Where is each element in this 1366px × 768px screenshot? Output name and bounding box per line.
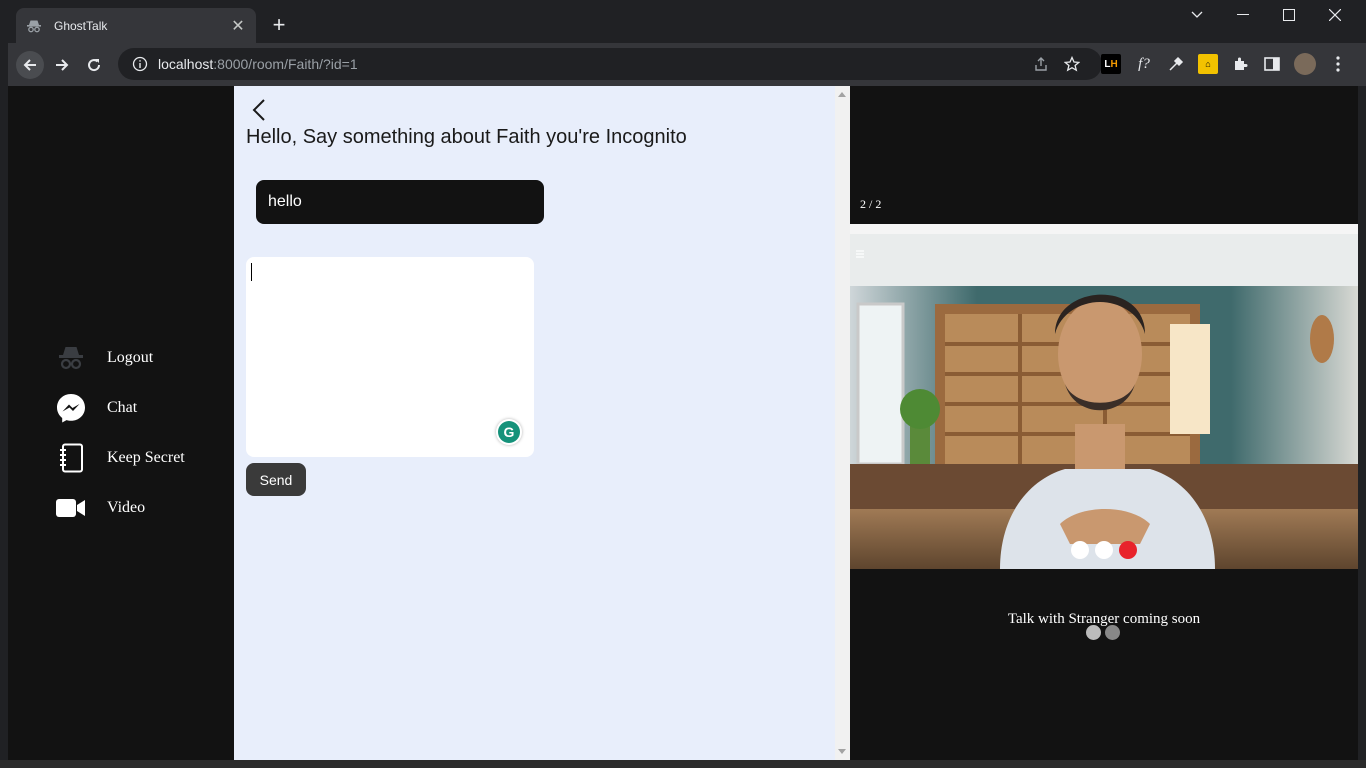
sidebar-item-chat[interactable]: Chat (56, 393, 137, 423)
close-window-icon[interactable] (1312, 0, 1358, 30)
video-call-preview-image (850, 224, 1358, 569)
carousel-dots[interactable] (1086, 625, 1120, 640)
sidebar-item-logout[interactable]: Logout (56, 343, 153, 373)
sidebar: Logout Chat Keep Secret Video (8, 86, 234, 760)
scroll-up-arrow-icon[interactable] (838, 92, 846, 97)
reload-icon[interactable] (80, 51, 108, 79)
site-info-icon[interactable] (132, 56, 148, 72)
maximize-icon[interactable] (1266, 0, 1312, 30)
page-title: Hello, Say something about Faith you're … (246, 126, 687, 148)
side-panel-icon[interactable] (1262, 54, 1282, 74)
address-bar[interactable]: localhost:8000/room/Faith/?id=1 (118, 48, 1102, 80)
right-panel: 2 / 2 Talk with Stranger coming soon (850, 86, 1358, 760)
url-text: localhost:8000/room/Faith/?id=1 (158, 56, 358, 72)
tab-close-icon[interactable]: ✕ (230, 16, 246, 36)
scrollbar[interactable] (835, 86, 850, 760)
scroll-down-arrow-icon[interactable] (838, 749, 846, 754)
browser-toolbar: localhost:8000/room/Faith/?id=1 LH f? ⌂ (8, 43, 1366, 86)
video-camera-icon (56, 493, 86, 523)
sidebar-item-label: Logout (107, 349, 154, 366)
grammarly-icon[interactable]: G (496, 419, 522, 445)
browser-tab[interactable]: GhostTalk ✕ (16, 8, 256, 43)
bookmark-star-icon[interactable] (1062, 54, 1082, 74)
new-tab-button[interactable]: + (268, 14, 290, 36)
main-content: Hello, Say something about Faith you're … (234, 86, 850, 760)
send-button[interactable]: Send (246, 463, 306, 496)
json-viewer-extension-icon[interactable]: ⌂ (1198, 54, 1218, 74)
tab-title: GhostTalk (54, 18, 108, 33)
sidebar-item-video[interactable]: Video (56, 493, 145, 523)
slide-counter: 2 / 2 (860, 197, 882, 211)
browser-tab-bar: GhostTalk ✕ + (0, 0, 1366, 43)
topic-input[interactable]: hello (256, 180, 544, 224)
sidebar-item-keep-secret[interactable]: Keep Secret (56, 443, 185, 473)
color-picker-extension-icon[interactable] (1166, 54, 1186, 74)
message-textarea[interactable]: G (246, 257, 534, 457)
extensions-puzzle-icon[interactable] (1230, 54, 1250, 74)
lighthouse-extension-icon[interactable]: LH (1101, 54, 1121, 74)
sidebar-item-label: Keep Secret (107, 449, 185, 466)
notebook-icon (56, 443, 86, 473)
font-finder-extension-icon[interactable]: f? (1134, 54, 1154, 74)
sidebar-item-label: Video (107, 499, 146, 516)
text-caret (251, 263, 252, 281)
incognito-favicon-icon (26, 18, 42, 34)
back-arrow-icon[interactable] (16, 51, 44, 79)
share-icon[interactable] (1031, 54, 1051, 74)
page: Logout Chat Keep Secret Video Hello, Say… (8, 86, 1358, 760)
forward-arrow-icon[interactable] (48, 51, 76, 79)
minimize-icon[interactable] (1220, 0, 1266, 30)
carousel-dot[interactable] (1086, 625, 1101, 640)
back-chevron-icon[interactable] (250, 98, 270, 122)
browser-menu-icon[interactable] (1328, 54, 1348, 74)
messenger-icon (56, 393, 86, 423)
sidebar-item-label: Chat (107, 399, 138, 416)
carousel-dot[interactable] (1105, 625, 1120, 640)
taskbar-strip (0, 760, 1366, 768)
incognito-icon (56, 343, 86, 373)
tab-search-icon[interactable] (1174, 0, 1220, 30)
profile-avatar[interactable] (1294, 53, 1316, 75)
